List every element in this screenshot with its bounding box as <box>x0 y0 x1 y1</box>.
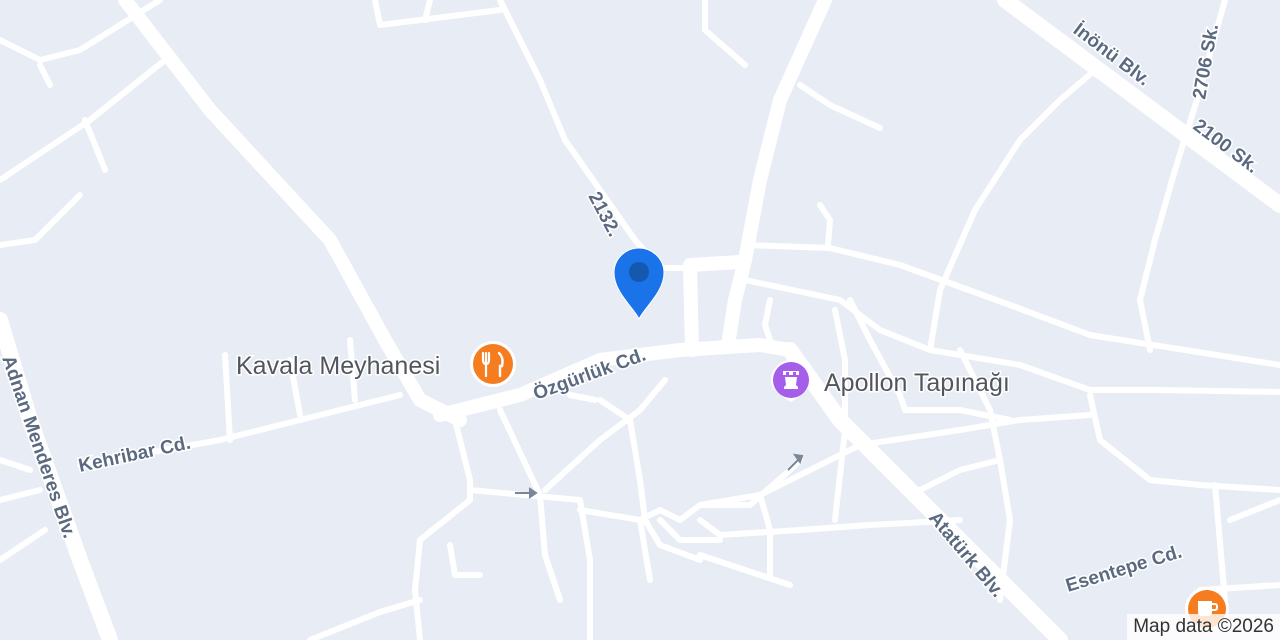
poi-label-kavala: Kavala Meyhanesi <box>236 352 440 380</box>
landmark-icon <box>771 360 811 402</box>
poi-label-apollon: Apollon Tapınağı <box>824 369 1010 397</box>
map-canvas[interactable]: İnönü Blv. 2706 Sk. 2100 Sk. 2132. Özgür… <box>0 0 1280 640</box>
location-pin-icon <box>613 247 665 321</box>
road-adnan <box>0 312 118 640</box>
location-pin[interactable] <box>612 246 668 322</box>
restaurant-icon <box>470 341 516 387</box>
poi-kavala-meyhanesi[interactable]: Kavala Meyhanesi <box>235 340 526 388</box>
map-attribution: Map data ©2026 <box>1127 614 1280 640</box>
poi-apollon-tapinagi[interactable]: Apollon Tapınağı <box>768 358 1038 406</box>
